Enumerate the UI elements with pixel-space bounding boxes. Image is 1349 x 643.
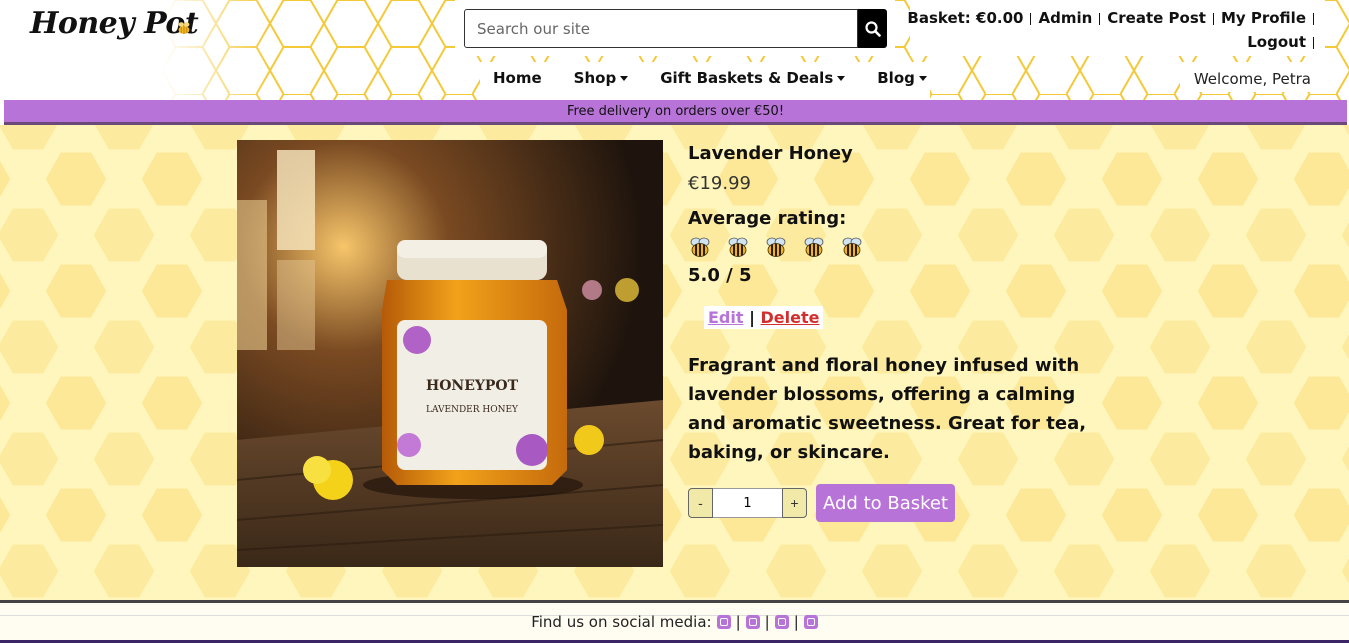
search-input[interactable]: [464, 9, 858, 48]
bee-icon: [804, 237, 824, 257]
my-profile-link[interactable]: My Profile: [1221, 9, 1306, 27]
caret-down-icon: [837, 75, 846, 81]
nav-label: Blog: [877, 69, 915, 87]
edit-link[interactable]: Edit: [708, 308, 744, 327]
product-info: Lavender Honey €19.99 Average rating: 5.…: [688, 143, 1108, 522]
account-links: Basket: €0.00 Admin Create Post My Profile …: [901, 6, 1321, 54]
site-header: Honey Pot Basket: €0.00 Admin Create Post M…: [0, 0, 1349, 100]
nav-label: Gift Baskets & Deals: [660, 69, 834, 87]
product-price: €19.99: [688, 173, 751, 194]
welcome-message: Welcome, Petra: [1193, 70, 1311, 88]
separator: [1212, 12, 1214, 25]
honey-jar-photo: HONEYPOT LAVENDER HONEY: [237, 140, 663, 567]
separator: |: [735, 613, 741, 631]
honeycomb-background: [0, 125, 1349, 601]
add-to-basket-form: - + Add to Basket: [688, 484, 1108, 522]
caret-down-icon: [918, 75, 927, 81]
admin-actions: Edit | Delete: [704, 306, 824, 329]
social-links: Find us on social media: | | |: [0, 613, 1349, 631]
main-nav: Home Shop Gift Baskets & Deals Blog: [493, 69, 959, 87]
bee-icon: [842, 237, 862, 257]
admin-link[interactable]: Admin: [1038, 9, 1092, 27]
github-icon[interactable]: [716, 615, 731, 629]
caret-down-icon: [620, 75, 629, 81]
jar-label: LAVENDER HONEY: [426, 405, 519, 415]
product-title: Lavender Honey: [688, 143, 853, 164]
jar-brand: HONEYPOT: [426, 378, 519, 394]
search-icon: [864, 20, 881, 37]
product-image: HONEYPOT LAVENDER HONEY: [237, 140, 663, 567]
social-label: Find us on social media:: [531, 613, 712, 631]
bee-icon: [690, 237, 710, 257]
nav-gift-baskets[interactable]: Gift Baskets & Deals: [660, 69, 846, 87]
separator: [1099, 12, 1101, 25]
nav-shop[interactable]: Shop: [574, 69, 629, 87]
rating-label: Average rating:: [688, 208, 847, 229]
delivery-banner: Free delivery on orders over €50!: [4, 100, 1347, 125]
quantity-input[interactable]: [713, 488, 782, 518]
nav-home[interactable]: Home: [493, 69, 542, 87]
nav-blog[interactable]: Blog: [877, 69, 927, 87]
product-description: Fragrant and floral honey infused with l…: [688, 355, 1087, 463]
nav-label: Home: [493, 69, 542, 87]
site-logo[interactable]: Honey Pot: [30, 6, 199, 41]
rating-score: 5.0 / 5: [688, 265, 752, 286]
bee-icon: [728, 237, 748, 257]
delete-link[interactable]: Delete: [761, 308, 820, 327]
search-button[interactable]: [858, 9, 887, 48]
quantity-increment-button[interactable]: +: [782, 488, 807, 518]
nav-label: Shop: [573, 69, 617, 87]
separator: [1313, 12, 1314, 25]
separator: [1313, 36, 1314, 49]
instagram-icon[interactable]: [803, 615, 818, 629]
youtube-icon[interactable]: [774, 615, 789, 629]
site-footer: Find us on social media: | | |: [0, 600, 1349, 643]
rating-bees: [688, 235, 1108, 259]
add-to-basket-button[interactable]: Add to Basket: [816, 484, 956, 522]
bee-icon: [766, 237, 786, 257]
product-detail: HONEYPOT LAVENDER HONEY Lavender Honey €…: [0, 125, 1349, 601]
facebook-icon[interactable]: [745, 615, 760, 629]
create-post-link[interactable]: Create Post: [1107, 9, 1206, 27]
separator: |: [749, 308, 755, 327]
search-form: [464, 9, 887, 48]
basket-link[interactable]: Basket: €0.00: [907, 9, 1023, 27]
quantity-decrement-button[interactable]: -: [688, 488, 713, 518]
separator: |: [793, 613, 799, 631]
logout-link[interactable]: Logout: [1247, 33, 1306, 51]
separator: |: [764, 613, 770, 631]
bee-logo-icon: [178, 22, 190, 34]
separator: [1030, 12, 1032, 25]
